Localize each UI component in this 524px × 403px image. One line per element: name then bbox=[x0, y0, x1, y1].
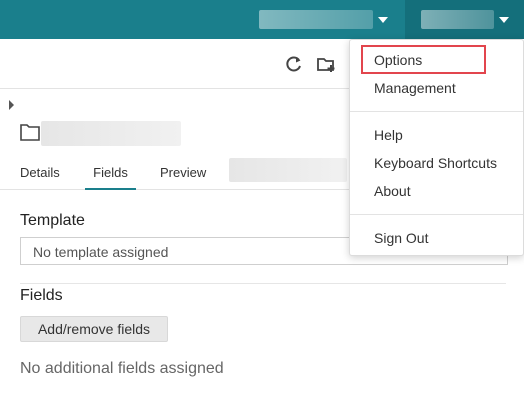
user-menu-button[interactable] bbox=[405, 0, 524, 39]
workspace-selector[interactable] bbox=[259, 10, 373, 29]
menu-item-options[interactable]: Options bbox=[374, 52, 422, 68]
tab-details[interactable]: Details bbox=[20, 165, 60, 190]
user-menu-caret-icon bbox=[499, 17, 509, 23]
folder-name bbox=[41, 121, 181, 146]
divider bbox=[20, 283, 506, 284]
menu-item-keyboard-shortcuts[interactable]: Keyboard Shortcuts bbox=[374, 155, 497, 171]
top-bar bbox=[0, 0, 524, 39]
workspace-dropdown-caret-icon[interactable] bbox=[378, 17, 388, 23]
user-name bbox=[421, 10, 494, 29]
menu-item-sign-out[interactable]: Sign Out bbox=[374, 230, 428, 246]
menu-separator bbox=[350, 214, 523, 215]
fields-heading: Fields bbox=[20, 287, 63, 304]
expand-caret-icon[interactable] bbox=[9, 100, 14, 110]
menu-item-management[interactable]: Management bbox=[374, 80, 456, 96]
menu-separator bbox=[350, 111, 523, 112]
tab-preview[interactable]: Preview bbox=[160, 165, 206, 190]
refresh-icon[interactable] bbox=[283, 53, 305, 75]
user-dropdown-menu: Options Management Help Keyboard Shortcu… bbox=[349, 39, 524, 256]
add-remove-fields-button[interactable]: Add/remove fields bbox=[20, 316, 168, 342]
template-heading: Template bbox=[20, 212, 85, 229]
menu-item-about[interactable]: About bbox=[374, 183, 411, 199]
new-folder-icon[interactable] bbox=[315, 53, 337, 75]
tab-extra[interactable] bbox=[229, 158, 347, 182]
no-fields-text: No additional fields assigned bbox=[20, 360, 224, 377]
folder-icon bbox=[20, 124, 40, 141]
menu-item-help[interactable]: Help bbox=[374, 127, 403, 143]
tab-fields[interactable]: Fields bbox=[85, 165, 136, 190]
